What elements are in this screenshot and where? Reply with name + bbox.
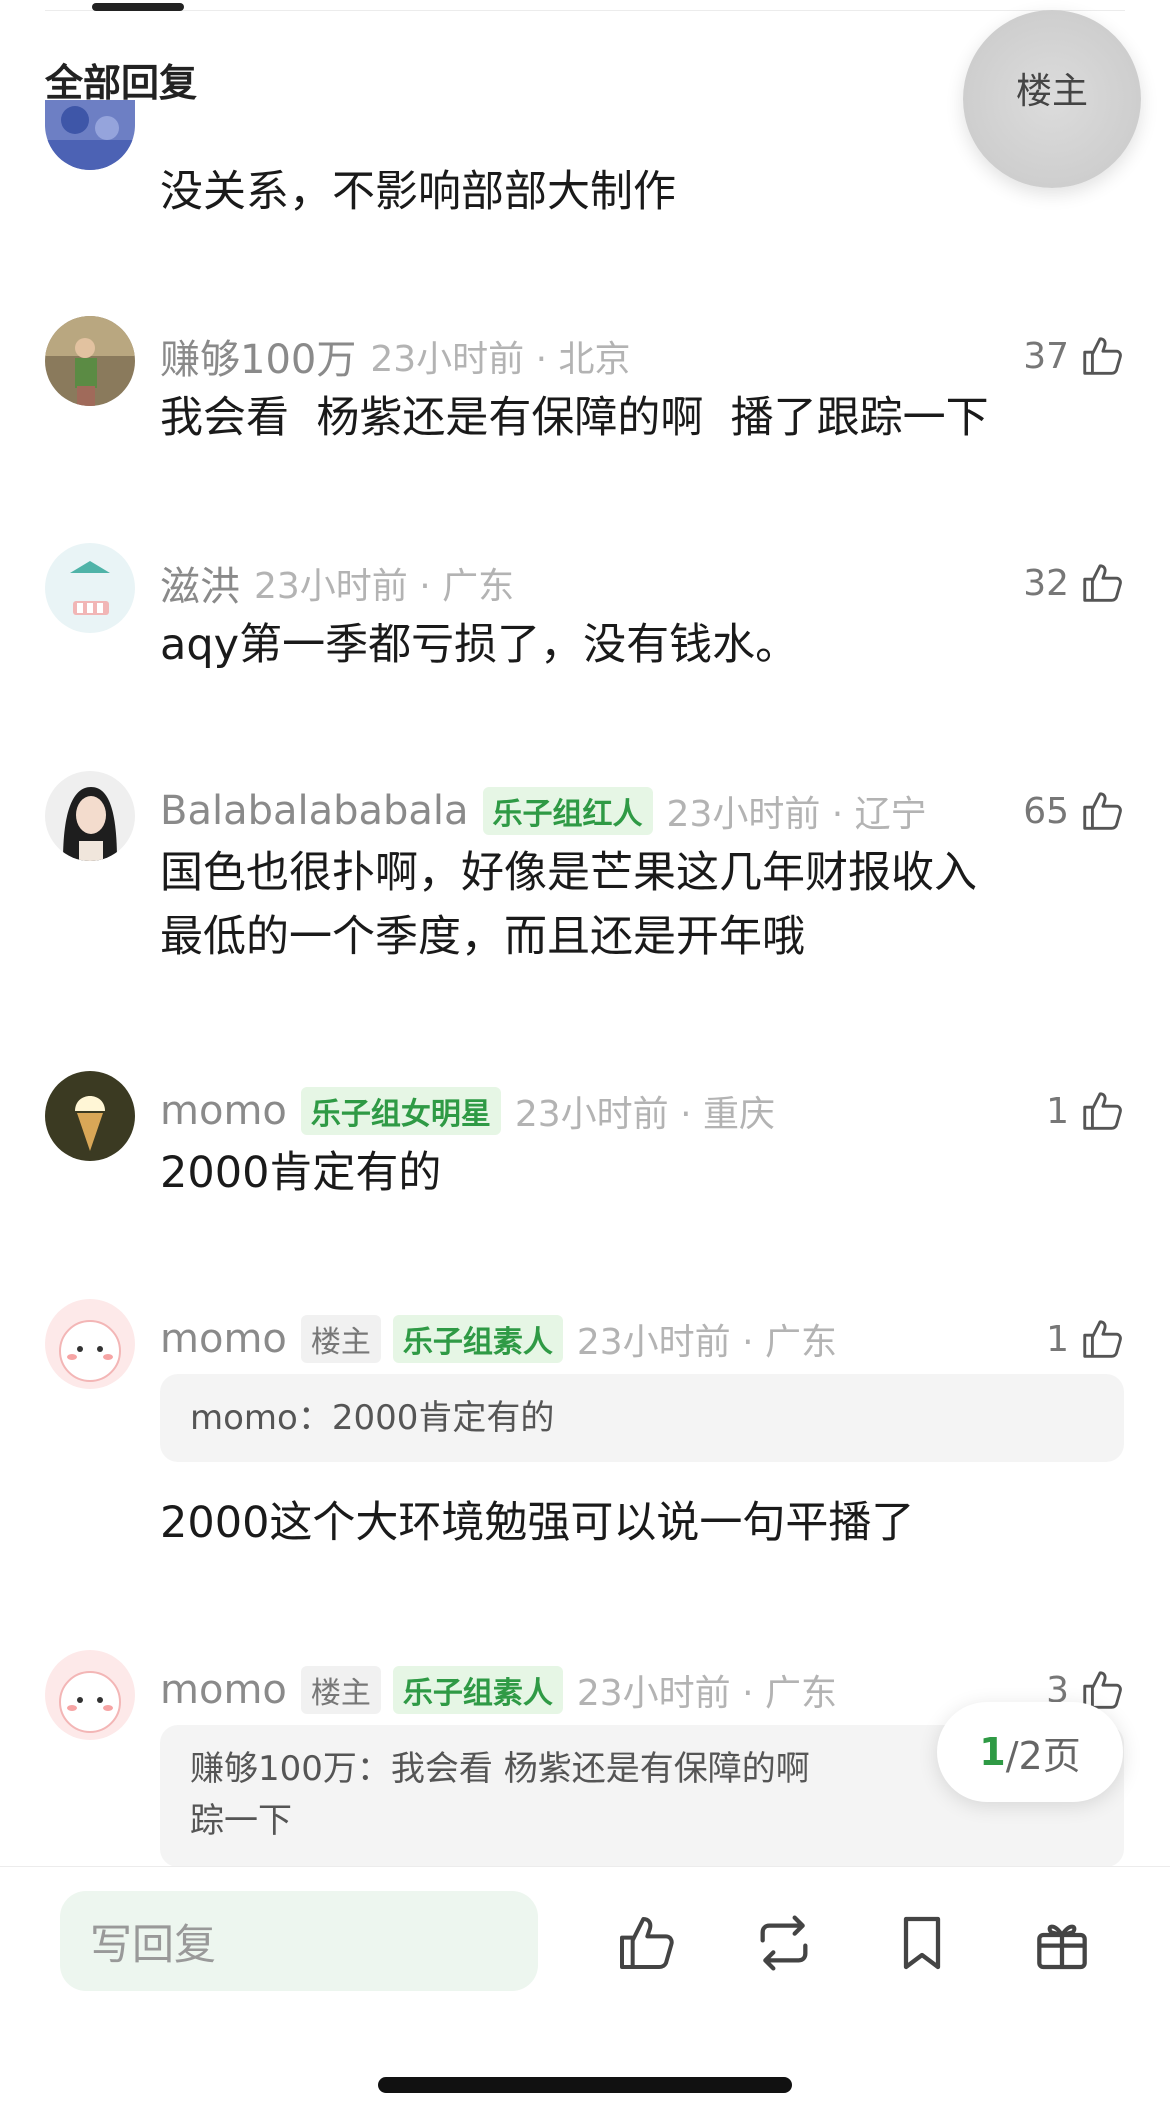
username[interactable]: 赚够100万 <box>160 327 356 385</box>
avatar[interactable] <box>45 543 135 633</box>
avatar[interactable] <box>45 771 135 861</box>
like-control[interactable]: 37 <box>1023 331 1125 381</box>
comment-body: 2000肯定有的 <box>160 1148 442 1198</box>
comment-meta: 赚够100万 23小时前 · 北京 <box>160 331 631 383</box>
quote-text: momo：2000肯定有的 <box>190 1398 555 1438</box>
op-badge: 楼主 <box>300 1315 381 1363</box>
like-control[interactable]: 1 <box>1046 1314 1125 1364</box>
username[interactable]: Balabalababala <box>160 788 469 834</box>
timestamp-location: 23小时前 · 广东 <box>576 1322 838 1363</box>
page-total: /2页 <box>1005 1733 1081 1778</box>
gift-icon[interactable] <box>1030 1911 1094 1975</box>
reply-input[interactable]: 写回复 <box>60 1891 538 1991</box>
comment-meta: momo 楼主 乐子组素人 23小时前 · 广东 <box>160 1665 837 1715</box>
username[interactable]: momo <box>160 1316 287 1362</box>
quote-text-line: 踪一下 <box>190 1801 292 1841</box>
op-filter-label: 楼主 <box>1015 71 1088 112</box>
thumbs-up-icon[interactable] <box>1079 788 1125 834</box>
user-title-badge: 乐子组红人 <box>482 787 653 835</box>
comment-meta: Balabalababala 乐子组红人 23小时前 · 辽宁 <box>160 786 927 836</box>
comment-body-line: 国色也很扑啊，好像是芒果这几年财报收入 <box>160 848 977 898</box>
like-control[interactable]: 1 <box>1046 1086 1125 1136</box>
like-count: 65 <box>1023 790 1069 832</box>
page-indicator[interactable]: 1 /2页 <box>937 1702 1123 1802</box>
user-title-badge: 乐子组素人 <box>392 1315 563 1363</box>
like-count: 37 <box>1023 335 1069 377</box>
tab-indicator <box>92 3 184 11</box>
reply-placeholder: 写回复 <box>90 1919 217 1969</box>
like-icon[interactable] <box>614 1911 678 1975</box>
home-indicator <box>378 2077 792 2093</box>
comment-body: 没关系，不影响部部大制作 <box>160 167 676 217</box>
like-count: 1 <box>1046 1090 1069 1132</box>
timestamp-location: 23小时前 · 广东 <box>576 1673 838 1714</box>
like-control[interactable]: 32 <box>1023 558 1125 608</box>
comment-meta: 滋洪 23小时前 · 广东 <box>160 558 515 610</box>
repost-icon[interactable] <box>752 1911 816 1975</box>
like-control[interactable]: 65 <box>1023 786 1125 836</box>
comment-body-line: 最低的一个季度，而且还是开年哦 <box>160 912 805 962</box>
timestamp-location: 23小时前 · 重庆 <box>514 1094 776 1135</box>
comment-body: aqy第一季都亏损了，没有钱水。 <box>160 620 799 670</box>
timestamp-location: 23小时前 · 辽宁 <box>666 794 927 835</box>
bookmark-icon[interactable] <box>890 1911 954 1975</box>
avatar[interactable] <box>45 100 135 170</box>
current-page: 1 <box>979 1730 1006 1774</box>
top-divider <box>45 10 1125 11</box>
op-badge: 楼主 <box>300 1666 381 1714</box>
thumbs-up-icon[interactable] <box>1079 560 1125 606</box>
thumbs-up-icon[interactable] <box>1079 333 1125 379</box>
user-title-badge: 乐子组素人 <box>392 1666 563 1714</box>
page-title: 全部回复 <box>45 61 198 105</box>
avatar[interactable] <box>45 1650 135 1740</box>
comment-meta: momo 乐子组女明星 23小时前 · 重庆 <box>160 1086 775 1136</box>
username[interactable]: momo <box>160 1088 287 1134</box>
comment-body: 2000这个大环境勉强可以说一句平播了 <box>160 1498 915 1548</box>
thumbs-up-icon[interactable] <box>1079 1316 1125 1362</box>
avatar[interactable] <box>45 316 135 406</box>
like-count: 1 <box>1046 1318 1069 1360</box>
comment-meta: momo 楼主 乐子组素人 23小时前 · 广东 <box>160 1314 837 1364</box>
avatar[interactable] <box>45 1299 135 1389</box>
timestamp-location: 23小时前 · 广东 <box>254 566 515 607</box>
comment-body: 我会看 杨紫还是有保障的啊 播了跟踪一下 <box>160 393 989 443</box>
quoted-reply[interactable]: momo：2000肯定有的 <box>160 1374 1124 1462</box>
username[interactable]: 滋洪 <box>160 554 240 612</box>
avatar[interactable] <box>45 1071 135 1161</box>
like-count: 32 <box>1023 562 1069 604</box>
timestamp-location: 23小时前 · 北京 <box>370 339 631 380</box>
thumbs-up-icon[interactable] <box>1079 1088 1125 1134</box>
user-title-badge: 乐子组女明星 <box>300 1087 501 1135</box>
username[interactable]: momo <box>160 1667 287 1713</box>
bottom-action-bar: 写回复 <box>0 1866 1170 2119</box>
